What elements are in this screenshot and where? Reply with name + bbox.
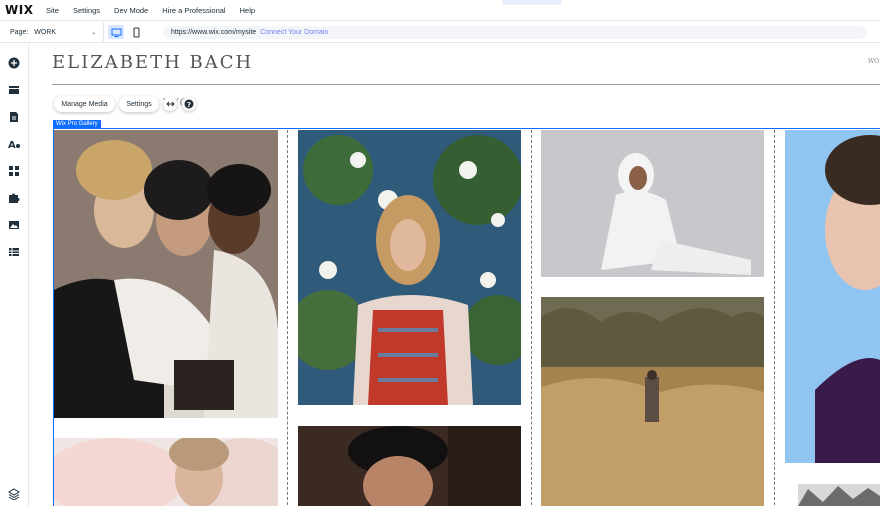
cms-button[interactable]	[8, 246, 20, 258]
header-divider	[52, 84, 880, 85]
table-icon	[9, 248, 19, 256]
editor-canvas[interactable]: ELIZABETH BACH WO CTOR, NYC Manage Media…	[30, 44, 880, 506]
page-icon	[10, 112, 18, 122]
column-guide	[287, 130, 288, 506]
question-circle-icon: ?	[184, 99, 194, 109]
stretch-arrows-icon	[166, 101, 174, 107]
gallery-image-4-art	[785, 130, 880, 463]
gallery-image-4[interactable]	[785, 130, 880, 463]
gallery-image-5[interactable]	[54, 438, 278, 506]
gallery-image-1-art	[54, 130, 278, 418]
site-title[interactable]: ELIZABETH BACH	[52, 52, 253, 73]
add-apps-button[interactable]	[8, 165, 20, 177]
page-dropdown[interactable]: WORK ⌄	[34, 29, 96, 36]
apps-grid-icon	[9, 166, 19, 176]
chevron-down-icon: ˇ	[529, 0, 531, 4]
add-section-button[interactable]	[8, 84, 20, 96]
media-button[interactable]	[8, 219, 20, 231]
gallery-image-8-art	[798, 484, 880, 506]
gallery-image-2-art	[298, 130, 521, 405]
connect-domain-link[interactable]: Connect Your Domain	[260, 29, 328, 36]
gallery-image-5-art	[54, 438, 278, 506]
gallery-image-7[interactable]	[541, 297, 764, 506]
gallery-image-3-art	[541, 130, 764, 277]
site-nav-item[interactable]: WO	[868, 58, 879, 65]
menu-settings[interactable]: Settings	[73, 6, 100, 15]
svg-text:A: A	[8, 140, 16, 150]
menu-help[interactable]: Help	[240, 6, 255, 15]
design-icon: A	[8, 140, 20, 150]
gallery-settings-button[interactable]: Settings	[119, 96, 159, 112]
plus-circle-icon	[8, 57, 20, 69]
menu-dev-mode[interactable]: Dev Mode	[114, 6, 148, 15]
image-icon	[9, 221, 19, 229]
url-bar[interactable]: https://www.wix.com/mysite Connect Your …	[163, 26, 867, 39]
top-menu-bar: WIX Site Settings Dev Mode Hire a Profes…	[0, 0, 880, 21]
add-elements-button[interactable]	[8, 57, 20, 69]
gallery-tag: Wix Pro Gallery	[53, 120, 101, 128]
gallery-image-2[interactable]	[298, 130, 521, 405]
sections-icon	[9, 86, 19, 94]
gallery-image-3[interactable]	[541, 130, 764, 277]
mobile-view-button[interactable]	[128, 25, 144, 39]
gallery-image-1[interactable]	[54, 130, 278, 418]
left-toolbar: A	[0, 44, 29, 506]
stretch-button[interactable]	[163, 97, 177, 111]
column-guide	[774, 130, 775, 506]
gallery-image-6-art	[298, 426, 521, 506]
help-button[interactable]: ?	[182, 97, 196, 111]
page-toolbar: Page: WORK ⌄ https://www.wix.com/mysite …	[0, 21, 880, 43]
menu-hire-professional[interactable]: Hire a Professional	[162, 6, 225, 15]
layers-icon	[8, 488, 20, 500]
puzzle-icon	[9, 193, 20, 203]
main-menu: Site Settings Dev Mode Hire a Profession…	[46, 6, 255, 15]
gallery-image-8[interactable]	[798, 484, 880, 506]
chevron-down-icon: ⌄	[91, 29, 97, 36]
pages-menu-button[interactable]	[8, 111, 20, 123]
manage-media-button[interactable]: Manage Media	[54, 96, 115, 112]
site-design-button[interactable]: A	[8, 138, 20, 150]
site-url: https://www.wix.com/mysite	[171, 29, 257, 36]
mobile-icon	[133, 27, 140, 37]
layers-button[interactable]	[8, 488, 20, 500]
desktop-icon	[111, 28, 122, 37]
page-dropdown-value: WORK	[34, 28, 57, 36]
business-tools-button[interactable]	[8, 192, 20, 204]
divider	[103, 21, 105, 43]
menu-site[interactable]: Site	[46, 6, 59, 15]
page-label: Page:	[10, 28, 29, 36]
top-drawer-tab[interactable]: ˇ	[502, 0, 562, 5]
column-guide	[531, 130, 532, 506]
gallery-image-7-art	[541, 297, 764, 506]
wix-logo[interactable]: WIX	[5, 3, 41, 17]
desktop-view-button[interactable]	[108, 25, 125, 39]
svg-text:?: ?	[187, 101, 191, 109]
gallery-image-6[interactable]	[298, 426, 521, 506]
